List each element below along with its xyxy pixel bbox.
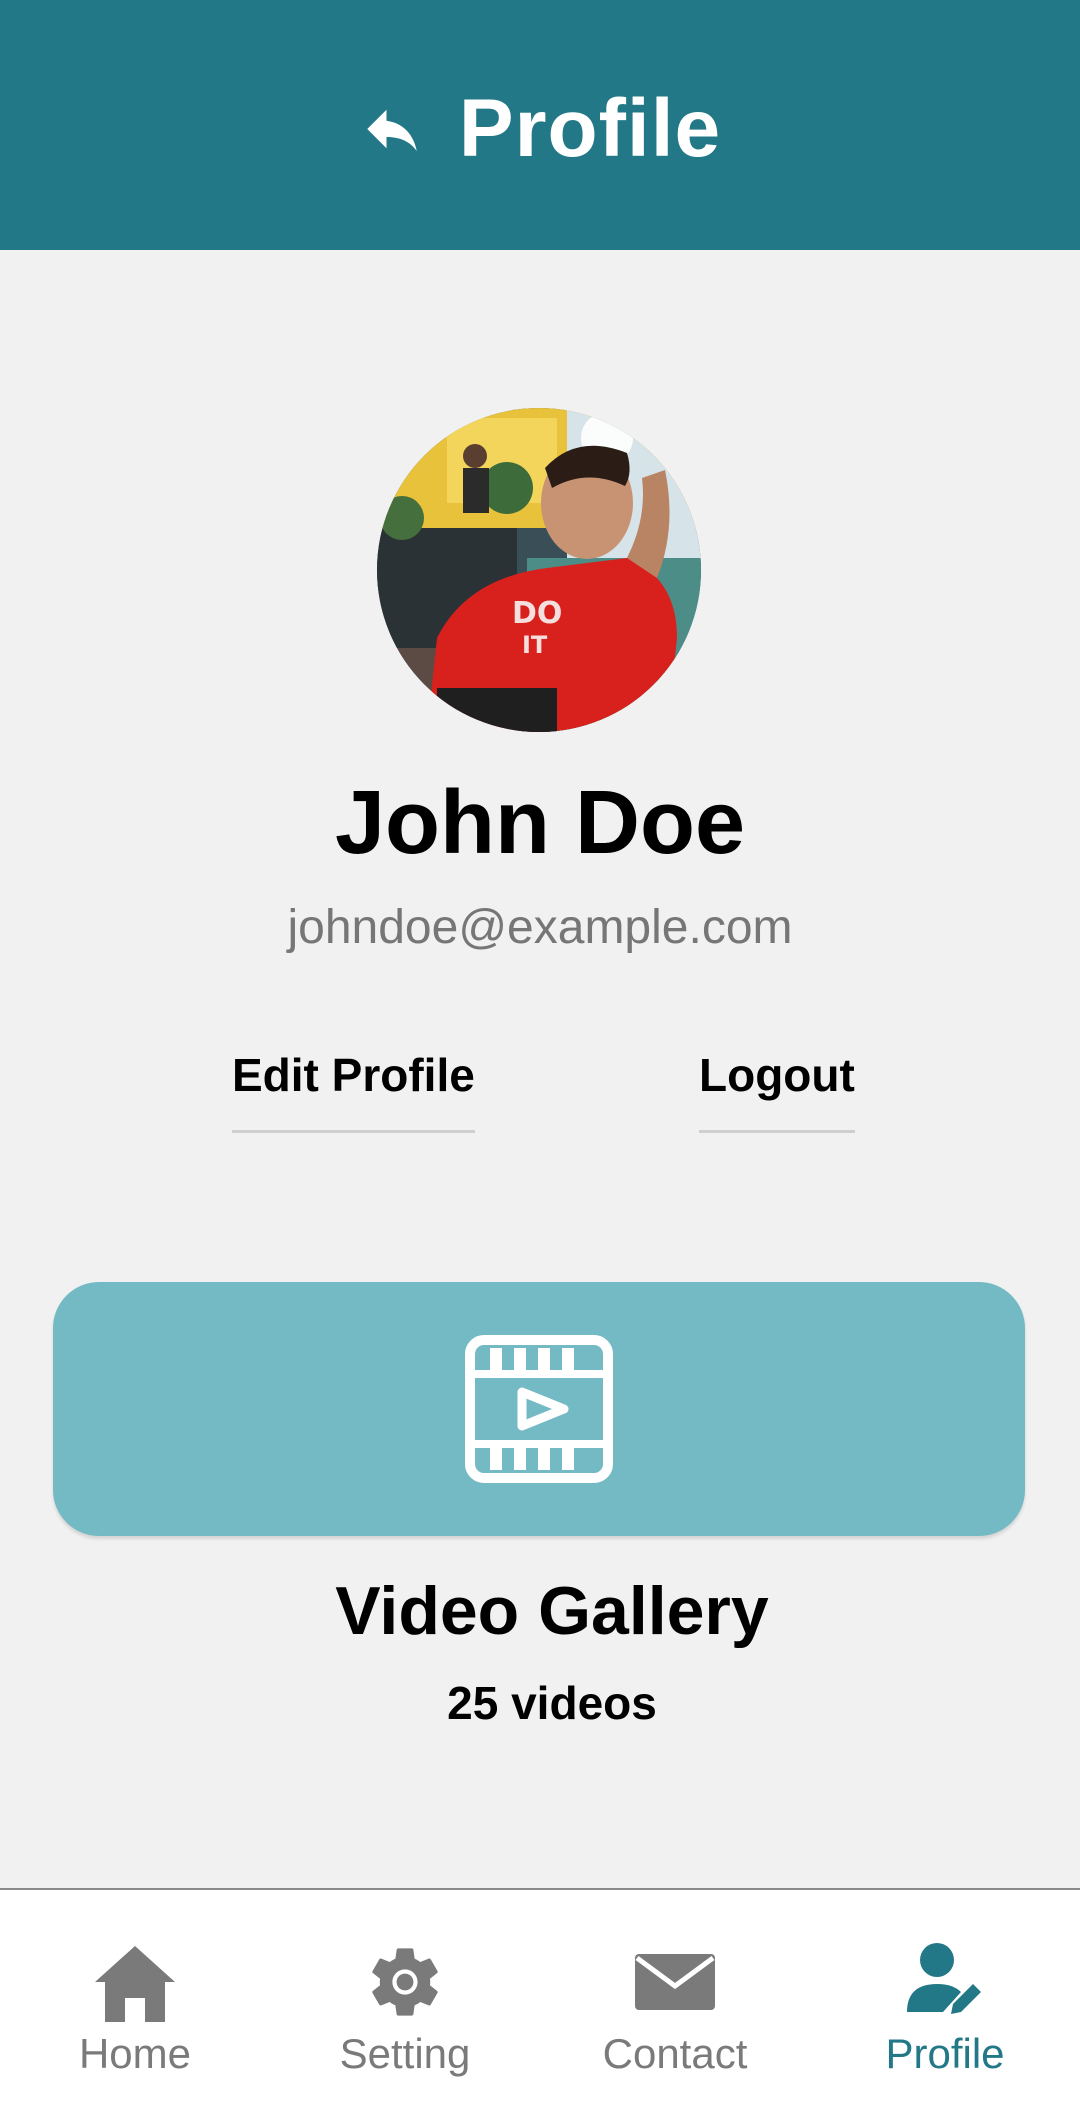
mail-icon <box>635 1954 715 2010</box>
video-gallery-card[interactable] <box>53 1282 1025 1536</box>
header-content: Profile <box>359 82 721 176</box>
svg-text:DO: DO <box>512 596 562 631</box>
nav-label-home: Home <box>78 2030 192 2077</box>
edit-profile-button[interactable]: Edit Profile <box>232 1048 475 1133</box>
user-email: johndoe@example.com <box>287 901 793 954</box>
nav-label-setting: Setting <box>339 2030 471 2077</box>
avatar-photo: DO IT <box>377 408 701 732</box>
avatar: DO IT <box>377 408 701 732</box>
page-title: Profile <box>458 83 722 174</box>
gear-icon <box>372 1948 438 2016</box>
gallery-title: Video Gallery <box>335 1573 769 1649</box>
video-film-icon <box>465 1335 613 1483</box>
nav-label-contact: Contact <box>602 2030 748 2077</box>
user-edit-icon <box>907 1943 981 2014</box>
user-name: John Doe <box>334 773 745 873</box>
nav-item-home[interactable]: Home <box>0 1890 270 2127</box>
gallery-video-count: 25 videos <box>447 1677 657 1729</box>
logout-button[interactable]: Logout <box>699 1048 855 1133</box>
nav-item-contact[interactable]: Contact <box>540 1890 810 2127</box>
app-header: Profile <box>0 0 1080 250</box>
svg-text:IT: IT <box>522 631 548 659</box>
nav-item-setting[interactable]: Setting <box>270 1890 540 2127</box>
nav-label-profile: Profile <box>885 2030 1005 2077</box>
nav-item-profile[interactable]: Profile <box>810 1890 1080 2127</box>
back-arrow-icon[interactable] <box>359 96 425 162</box>
bottom-navigation: Home Setting Contact Profile <box>0 1888 1080 2127</box>
home-icon <box>95 1946 175 2022</box>
